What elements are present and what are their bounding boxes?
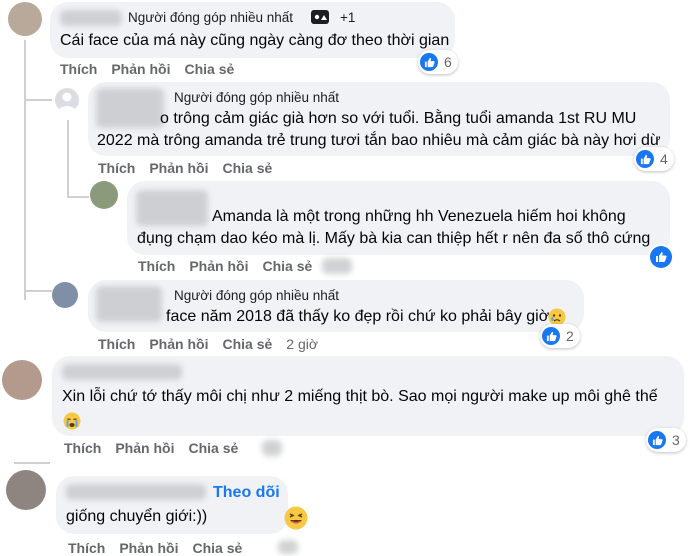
blurred-author-name bbox=[96, 286, 162, 322]
comment-text: Xin lỗi chứ tớ thấy môi chị như 2 miếng … bbox=[62, 388, 658, 405]
blurred-author-name bbox=[96, 88, 164, 128]
like-count-badge[interactable]: 6 bbox=[418, 50, 458, 74]
badge-extra-count: +1 bbox=[340, 10, 356, 25]
comment-text: giống chuyển giới:)) bbox=[66, 508, 208, 525]
like-count-badge[interactable]: 4 bbox=[634, 147, 674, 171]
reply-button[interactable]: Phản hồi bbox=[115, 440, 174, 456]
comment-text-line-2: đụng chạm dao kéo mà lị. Mấy bà kia can … bbox=[137, 230, 651, 247]
like-button[interactable]: Thích bbox=[64, 440, 101, 456]
blurred-timestamp bbox=[322, 258, 352, 274]
like-button[interactable]: Thích bbox=[98, 160, 135, 176]
comment-actions: Thích Phản hồi Chia sẻ bbox=[98, 160, 286, 176]
like-count: 2 bbox=[566, 328, 574, 344]
blurred-author-name bbox=[136, 190, 208, 226]
comment-actions: Thích Phản hồi Chia sẻ 2 giờ bbox=[98, 336, 332, 352]
thread-branch bbox=[24, 290, 52, 292]
like-count-badge[interactable]: 2 bbox=[540, 324, 580, 348]
top-contributor-badge: Người đóng góp nhiều nhất bbox=[174, 90, 340, 105]
like-thumb-icon bbox=[648, 431, 666, 449]
top-contributor-badge: Người đóng góp nhiều nhất bbox=[128, 10, 294, 25]
comment-text: face năm 2018 đã thấy ko đẹp rồi chứ ko … bbox=[166, 308, 550, 325]
comment-actions: Thích Phản hồi Chia sẻ bbox=[60, 61, 248, 77]
like-count: 6 bbox=[444, 54, 452, 70]
like-button[interactable]: Thích bbox=[68, 540, 105, 556]
blurred-timestamp bbox=[278, 540, 298, 554]
avatar[interactable] bbox=[6, 470, 46, 510]
comment-actions: Thích Phản hồi Chia sẻ bbox=[138, 258, 326, 274]
share-button[interactable]: Chia sẻ bbox=[188, 440, 238, 456]
top-contributor-badge-icon bbox=[310, 8, 330, 26]
like-thumb-icon bbox=[420, 53, 438, 71]
like-button[interactable]: Thích bbox=[138, 258, 175, 274]
share-button[interactable]: Chia sẻ bbox=[222, 160, 272, 176]
thread-branch bbox=[24, 99, 52, 101]
like-count-badge[interactable]: 3 bbox=[646, 428, 686, 452]
blurred-author-name bbox=[66, 484, 206, 500]
like-count: 4 bbox=[660, 151, 668, 167]
blurred-author-name bbox=[60, 10, 122, 26]
like-thumb-icon[interactable] bbox=[650, 246, 672, 268]
reply-button[interactable]: Phản hồi bbox=[149, 160, 208, 176]
like-count: 3 bbox=[672, 432, 680, 448]
avatar[interactable] bbox=[2, 360, 42, 400]
comment-timestamp[interactable]: 2 giờ bbox=[286, 336, 318, 352]
placeholder-avatar-icon[interactable] bbox=[55, 88, 79, 112]
comment-text-line-1: o trông cảm giác già hơn so với tuổi. Bằ… bbox=[160, 110, 637, 127]
reply-button[interactable]: Phản hồi bbox=[189, 258, 248, 274]
top-contributor-badge: Người đóng góp nhiều nhất bbox=[174, 288, 340, 303]
thread-line bbox=[24, 40, 26, 300]
avatar[interactable] bbox=[90, 181, 118, 209]
follow-button[interactable]: Theo dõi bbox=[213, 484, 280, 502]
reply-button[interactable]: Phản hồi bbox=[119, 540, 178, 556]
laughing-emoji-icon bbox=[284, 506, 308, 530]
comment-text: Cái face của má này cũng ngày càng đơ th… bbox=[60, 32, 450, 49]
divider bbox=[14, 462, 50, 464]
comment-actions: Thích Phản hồi Chia sẻ bbox=[68, 540, 256, 556]
share-button[interactable]: Chia sẻ bbox=[184, 61, 234, 77]
comment-text-line-1: Amanda là một trong những hh Venezuela h… bbox=[212, 208, 626, 225]
blurred-author-name bbox=[62, 364, 182, 380]
thread-branch bbox=[67, 196, 89, 198]
like-thumb-icon bbox=[636, 150, 654, 168]
like-thumb-icon bbox=[542, 327, 560, 345]
like-button[interactable]: Thích bbox=[60, 61, 97, 77]
share-button[interactable]: Chia sẻ bbox=[192, 540, 242, 556]
avatar[interactable] bbox=[8, 2, 42, 36]
reply-button[interactable]: Phản hồi bbox=[149, 336, 208, 352]
comment-actions: Thích Phản hồi Chia sẻ bbox=[64, 440, 252, 456]
reply-button[interactable]: Phản hồi bbox=[111, 61, 170, 77]
thread-line bbox=[67, 120, 69, 198]
share-button[interactable]: Chia sẻ bbox=[262, 258, 312, 274]
sad-crying-emoji-icon bbox=[63, 412, 81, 430]
blurred-timestamp bbox=[262, 440, 282, 456]
like-button[interactable]: Thích bbox=[98, 336, 135, 352]
share-button[interactable]: Chia sẻ bbox=[222, 336, 272, 352]
avatar[interactable] bbox=[52, 282, 78, 308]
comment-text-line-2: 2022 mà trông amanda trẻ trung tươi tắn … bbox=[97, 132, 661, 149]
